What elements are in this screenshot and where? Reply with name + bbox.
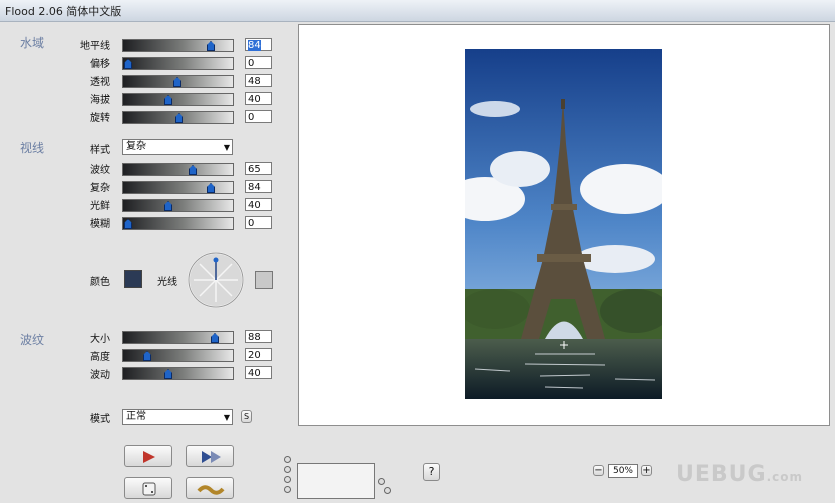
thumbnail-preview[interactable] (297, 463, 375, 499)
altitude-label: 海拔 (90, 95, 110, 106)
mode-label: 模式 (90, 414, 110, 425)
watermark-suffix: .com (766, 470, 804, 484)
layer-dot[interactable] (284, 456, 291, 463)
wave-preset-button[interactable] (186, 477, 234, 499)
altitude-slider[interactable] (122, 93, 234, 106)
style-dropdown-value: 复杂 (126, 141, 146, 152)
slider-thumb[interactable] (143, 351, 151, 361)
offset-value[interactable]: 0 (245, 56, 272, 69)
preview-image (465, 49, 662, 399)
slider-thumb[interactable] (189, 165, 197, 175)
layer-dot[interactable] (284, 466, 291, 473)
rotation-value[interactable]: 0 (245, 110, 272, 123)
window-title: Flood 2.06 简体中文版 (5, 5, 122, 18)
rotation-slider[interactable] (122, 111, 234, 124)
fast-forward-icon (202, 451, 221, 463)
render-all-button[interactable] (186, 445, 234, 467)
altitude-value[interactable]: 40 (245, 92, 272, 105)
layer-dot[interactable] (284, 486, 291, 493)
slider-thumb[interactable] (175, 113, 183, 123)
slider-thumb[interactable] (207, 41, 215, 51)
wave-slider[interactable] (122, 367, 234, 380)
brightness-slider[interactable] (122, 199, 234, 212)
layer-dot[interactable] (284, 476, 291, 483)
ripple-strength-label: 波纹 (90, 165, 110, 176)
brightness-value[interactable]: 40 (245, 198, 272, 211)
mode-options-button[interactable]: S (241, 410, 252, 423)
blur-label: 模糊 (90, 219, 110, 230)
rotation-label: 旋转 (90, 113, 110, 124)
slider-thumb[interactable] (164, 369, 172, 379)
water-color-swatch[interactable] (124, 270, 142, 288)
perspective-slider[interactable] (122, 75, 234, 88)
play-icon (143, 451, 155, 463)
view-group-title: 视线 (20, 141, 45, 155)
perspective-label: 透视 (90, 77, 110, 88)
wave-value[interactable]: 40 (245, 366, 272, 379)
zoom-in-button[interactable]: + (641, 465, 652, 476)
height-label: 高度 (90, 352, 110, 363)
light-label: 光线 (157, 277, 177, 288)
style-label: 样式 (90, 145, 110, 156)
size-slider[interactable] (122, 331, 234, 344)
color-label: 颜色 (90, 277, 110, 288)
slider-thumb[interactable] (211, 333, 219, 343)
brightness-label: 光鲜 (90, 201, 110, 212)
slider-thumb[interactable] (173, 77, 181, 87)
horizon-slider[interactable] (122, 39, 234, 52)
water-group-title: 水域 (20, 36, 45, 50)
zoom-out-button[interactable]: − (593, 465, 604, 476)
slider-thumb[interactable] (164, 95, 172, 105)
mode-dropdown[interactable]: 正常 ▼ (122, 409, 233, 425)
complexity-label: 复杂 (90, 183, 110, 194)
zoom-level: 50% (608, 464, 638, 478)
layer-dots (284, 456, 291, 496)
size-label: 大小 (90, 334, 110, 345)
style-dropdown[interactable]: 复杂 ▼ (122, 139, 233, 155)
perspective-value[interactable]: 48 (245, 74, 272, 87)
slider-thumb[interactable] (124, 59, 132, 69)
chevron-down-icon: ▼ (223, 143, 230, 152)
light-color-swatch[interactable] (255, 271, 273, 289)
chevron-down-icon: ▼ (223, 413, 230, 422)
mode-dropdown-value: 正常 (126, 411, 146, 422)
blur-slider[interactable] (122, 217, 234, 230)
height-slider[interactable] (122, 349, 234, 362)
ripple-strength-value[interactable]: 65 (245, 162, 272, 175)
offset-slider[interactable] (122, 57, 234, 70)
horizon-value[interactable]: 84 (245, 38, 272, 51)
complexity-value[interactable]: 84 (245, 180, 272, 193)
blur-value[interactable]: 0 (245, 216, 272, 229)
render-button[interactable] (124, 445, 172, 467)
horizon-label: 地平线 (80, 41, 110, 52)
slider-thumb[interactable] (207, 183, 215, 193)
watermark: UEBUG.com (676, 462, 803, 487)
offset-label: 偏移 (90, 59, 110, 70)
wave-label: 波动 (90, 370, 110, 381)
thumbnail-dot[interactable] (378, 478, 385, 485)
title-bar: Flood 2.06 简体中文版 (0, 0, 835, 22)
thumbnail-dot[interactable] (384, 487, 391, 494)
height-value[interactable]: 20 (245, 348, 272, 361)
ripple-strength-slider[interactable] (122, 163, 234, 176)
ripple-group-title: 波纹 (20, 333, 45, 347)
slider-thumb[interactable] (124, 219, 132, 229)
complexity-slider[interactable] (122, 181, 234, 194)
size-value[interactable]: 88 (245, 330, 272, 343)
random-button[interactable] (124, 477, 172, 499)
light-direction-dial[interactable] (186, 250, 246, 310)
slider-thumb[interactable] (164, 201, 172, 211)
watermark-text: UEBUG (676, 462, 767, 487)
help-button[interactable]: ? (423, 463, 440, 481)
